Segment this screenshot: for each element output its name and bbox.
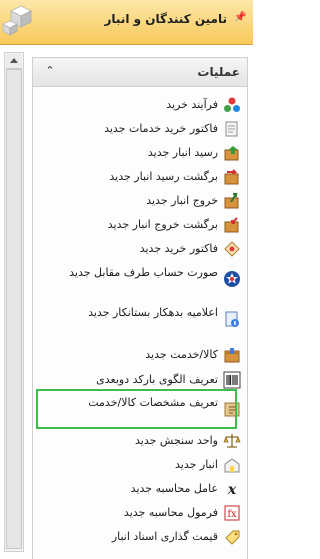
list-item-new-product-service[interactable]: کالا/خدمت جدید bbox=[38, 346, 243, 364]
return-receipt-icon bbox=[224, 169, 239, 185]
list-item-warehouse-doc-pricing[interactable]: قیمت گذاری اسناد انبار bbox=[38, 528, 243, 546]
warehouse-receipt-icon bbox=[224, 146, 239, 161]
pin-icon[interactable]: 📌 bbox=[234, 12, 246, 24]
list-item-new-exit-return[interactable]: برگشت خروج انبار جدید bbox=[38, 216, 243, 234]
list-item-new-calculation-factor[interactable]: x عامل محاسبه جدید bbox=[38, 480, 243, 498]
list-item-purchase-process[interactable]: فرآیند خرید bbox=[38, 96, 243, 114]
double-chevron-up-icon[interactable]: ⌃ bbox=[43, 63, 57, 79]
list-item-new-warehouse-receipt[interactable]: رسید انبار جدید bbox=[38, 144, 243, 162]
counterparty-statement-icon bbox=[224, 271, 240, 287]
cubes-logo-icon bbox=[2, 5, 32, 36]
scroll-up-button[interactable] bbox=[6, 54, 22, 69]
panel-header[interactable]: عملیات ⌃ bbox=[33, 58, 247, 87]
barcode-icon bbox=[223, 371, 241, 389]
list-item-new-calculation-formula[interactable]: fx فرمول محاسبه جدید bbox=[38, 504, 243, 522]
list-item-2d-barcode-pattern[interactable]: تعریف الگوی بارکد دوبعدی bbox=[38, 371, 243, 389]
list-item-new-service-invoice[interactable]: فاکتور خرید خدمات جدید bbox=[38, 120, 243, 138]
calculation-factor-icon: x bbox=[227, 482, 237, 498]
panel-title: عملیات bbox=[197, 65, 240, 79]
scroll-thumb[interactable] bbox=[6, 69, 22, 549]
list-item-new-warehouse-exit[interactable]: خروج انبار جدید bbox=[38, 192, 243, 210]
formula-icon: fx bbox=[224, 505, 240, 521]
invoice-services-icon bbox=[225, 121, 238, 137]
list-item-new-measurement-unit[interactable]: واحد سنجش جدید bbox=[38, 432, 243, 450]
vertical-scrollbar[interactable] bbox=[4, 52, 24, 552]
svg-text:fx: fx bbox=[227, 509, 237, 520]
pricing-icon bbox=[225, 530, 240, 545]
warehouse-exit-icon bbox=[224, 193, 239, 209]
list-item-new-warehouse[interactable]: انبار جدید bbox=[38, 456, 243, 474]
list-item-new-purchase-invoice[interactable]: فاکتور خرید جدید bbox=[38, 240, 243, 258]
list-item-new-receipt-return[interactable]: برگشت رسید انبار جدید bbox=[38, 168, 243, 186]
list-item-new-debit-credit-notice[interactable]: اعلامیه بدهکار بستانکار جدید bbox=[38, 304, 243, 338]
product-service-icon bbox=[224, 348, 240, 363]
selection-highlight bbox=[36, 389, 237, 429]
scale-icon bbox=[223, 434, 241, 448]
return-exit-icon bbox=[224, 217, 239, 233]
debit-credit-notice-icon bbox=[225, 311, 239, 327]
window-title: تامین کنندگان و انبار bbox=[104, 12, 228, 26]
title-bar: تامین کنندگان و انبار 📌 bbox=[0, 0, 253, 45]
operations-panel: عملیات ⌃ فرآیند خرید فاکتور خرید خدمات ج… bbox=[32, 57, 248, 559]
list-item-new-counterparty-statement[interactable]: صورت حساب طرف مقابل جدید bbox=[38, 264, 243, 298]
warehouse-icon bbox=[224, 458, 240, 473]
process-icon bbox=[224, 97, 240, 112]
purchase-invoice-icon bbox=[224, 241, 240, 257]
svg-text:x: x bbox=[227, 482, 237, 498]
